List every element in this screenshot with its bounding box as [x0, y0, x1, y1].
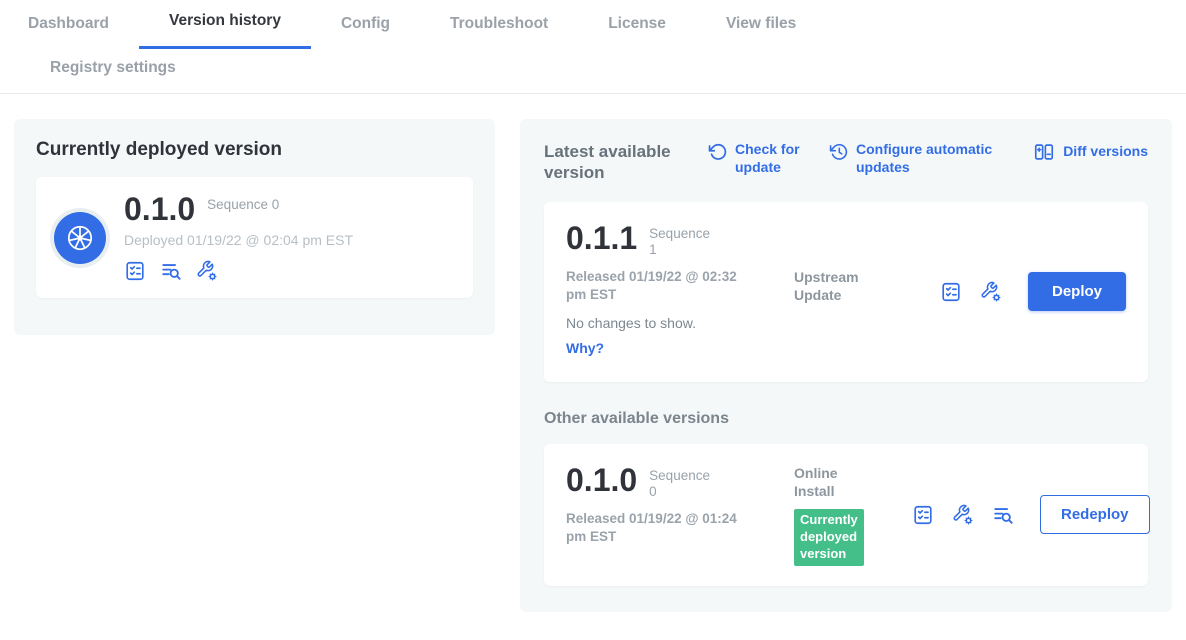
top-nav: Dashboard Version history Config Trouble… — [0, 0, 1186, 94]
check-for-update-link[interactable]: Check for update — [708, 141, 807, 176]
config-icon[interactable] — [980, 281, 1002, 303]
tab-config[interactable]: Config — [311, 15, 420, 49]
why-link[interactable]: Why? — [566, 340, 604, 356]
deployed-sequence-label: Sequence 0 — [207, 197, 279, 213]
release-notes-icon[interactable] — [124, 260, 146, 282]
kubernetes-icon — [54, 212, 106, 264]
other-source-label: Online Install — [794, 464, 878, 500]
latest-version-header: Latest available version Check for updat… — [544, 141, 1148, 184]
other-sequence-label: Sequence 0 — [649, 468, 711, 500]
latest-sequence-label: Sequence 1 — [649, 226, 711, 258]
available-versions-panel: Latest available version Check for updat… — [520, 119, 1172, 612]
other-released-timestamp: Released 01/19/22 @ 01:24 pm EST — [566, 510, 738, 546]
config-icon[interactable] — [952, 504, 974, 526]
other-versions-title: Other available versions — [544, 410, 1148, 428]
deploy-button[interactable]: Deploy — [1028, 272, 1126, 311]
tab-view-files[interactable]: View files — [696, 15, 826, 49]
other-version-info: 0.1.0 Sequence 0 Released 01/19/22 @ 01:… — [566, 464, 794, 566]
other-version-number: 0.1.0 — [566, 464, 637, 496]
latest-source-label: Upstream Update — [794, 268, 878, 304]
latest-source-column: Upstream Update — [794, 222, 912, 362]
tab-label: Version history — [169, 12, 281, 29]
configure-automatic-updates-link[interactable]: Configure automatic updates — [829, 141, 998, 176]
tab-label: Troubleshoot — [450, 15, 548, 32]
latest-version-card: 0.1.1 Sequence 1 Released 01/19/22 @ 02:… — [544, 202, 1148, 382]
currently-deployed-badge: Currently deployed version — [794, 509, 864, 566]
check-for-update-label: Check for update — [735, 141, 807, 176]
tab-version-history[interactable]: Version history — [139, 12, 311, 49]
currently-deployed-panel: Currently deployed version 0.1.0 Sequenc… — [14, 119, 495, 335]
main-content: Currently deployed version 0.1.0 Sequenc… — [0, 94, 1186, 637]
deployed-timestamp: Deployed 01/19/22 @ 02:04 pm EST — [124, 232, 353, 248]
other-version-card: 0.1.0 Sequence 0 Released 01/19/22 @ 01:… — [544, 444, 1148, 586]
latest-version-info: 0.1.1 Sequence 1 Released 01/19/22 @ 02:… — [566, 222, 794, 362]
logs-icon[interactable] — [992, 504, 1014, 526]
deployed-card-body: 0.1.0 Sequence 0 Deployed 01/19/22 @ 02:… — [124, 193, 353, 282]
refresh-icon — [708, 142, 727, 161]
tab-label: License — [608, 15, 666, 32]
other-source-column: Online Install Currently deployed versio… — [794, 464, 912, 566]
auto-update-clock-icon — [829, 142, 848, 161]
diff-icon — [1033, 141, 1055, 163]
redeploy-button[interactable]: Redeploy — [1040, 495, 1150, 534]
tab-registry-settings[interactable]: Registry settings — [50, 59, 176, 91]
config-icon[interactable] — [196, 260, 218, 282]
tab-dashboard[interactable]: Dashboard — [28, 15, 139, 49]
deployed-actions — [124, 260, 353, 282]
logs-icon[interactable] — [160, 260, 182, 282]
latest-actions: Deploy — [940, 272, 1126, 311]
release-notes-icon[interactable] — [912, 504, 934, 526]
currently-deployed-title: Currently deployed version — [36, 139, 473, 161]
configure-automatic-updates-label: Configure automatic updates — [856, 141, 998, 176]
diff-versions-link[interactable]: Diff versions — [1033, 141, 1148, 163]
deployed-version-number: 0.1.0 — [124, 193, 195, 225]
nav-row-primary: Dashboard Version history Config Trouble… — [0, 12, 1186, 49]
diff-versions-label: Diff versions — [1063, 143, 1148, 161]
nav-row-secondary: Registry settings — [0, 49, 1186, 93]
tab-troubleshoot[interactable]: Troubleshoot — [420, 15, 578, 49]
tab-license[interactable]: License — [578, 15, 696, 49]
tab-label: Registry settings — [50, 59, 176, 76]
no-changes-message: No changes to show. — [566, 315, 794, 331]
admin-console-page: Dashboard Version history Config Trouble… — [0, 0, 1186, 637]
latest-available-title: Latest available version — [544, 141, 686, 184]
release-notes-icon[interactable] — [940, 281, 962, 303]
latest-version-number: 0.1.1 — [566, 222, 637, 254]
tab-label: Config — [341, 15, 390, 32]
other-actions: Redeploy — [912, 495, 1150, 534]
deployed-version-card: 0.1.0 Sequence 0 Deployed 01/19/22 @ 02:… — [36, 177, 473, 298]
tab-label: Dashboard — [28, 15, 109, 32]
latest-released-timestamp: Released 01/19/22 @ 02:32 pm EST — [566, 268, 738, 304]
tab-label: View files — [726, 15, 796, 32]
